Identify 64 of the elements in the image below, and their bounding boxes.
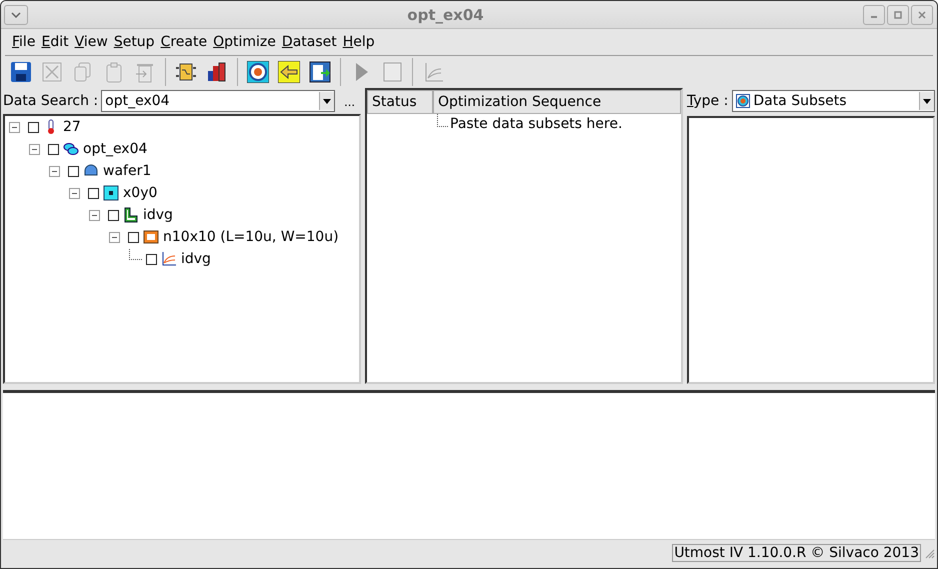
checkbox[interactable] [68, 166, 79, 176]
menu-item[interactable]: Help [340, 34, 378, 50]
browse-button[interactable]: ... [338, 94, 361, 108]
calculator-icon [309, 61, 331, 83]
chevron-down-icon [11, 12, 21, 18]
resize-grip-icon[interactable] [923, 547, 935, 559]
type-dropdown[interactable]: Data Subsets [732, 90, 935, 112]
column-header[interactable]: Optimization Sequence [433, 90, 681, 114]
menu-item[interactable]: Optimize [210, 34, 279, 50]
paste-hint: Paste data subsets here. [450, 116, 622, 132]
grid-icon [103, 185, 119, 201]
checkbox[interactable] [146, 254, 157, 264]
tree-item[interactable]: 27 [63, 119, 81, 135]
search-label: Data Search : [3, 93, 98, 109]
tree-item[interactable]: opt_ex04 [83, 141, 148, 157]
checkbox[interactable] [128, 232, 139, 242]
tree-item[interactable]: n10x10 (L=10u, W=10u) [163, 229, 339, 245]
menu-item[interactable]: Setup [110, 34, 158, 50]
menu-item[interactable]: View [72, 34, 111, 50]
dropdown-arrow-icon [323, 98, 332, 104]
menu-item[interactable]: Dataset [278, 34, 340, 50]
module-icon [175, 61, 197, 83]
maximize-button[interactable] [887, 4, 909, 24]
tree-item[interactable]: idvg [181, 251, 211, 267]
close-icon [918, 10, 926, 18]
scissors-icon [41, 61, 63, 83]
checkbox[interactable] [108, 210, 119, 220]
menu-item[interactable]: Create [158, 34, 210, 50]
column-header[interactable]: Status [367, 90, 433, 114]
device-icon [143, 229, 159, 245]
target-icon [247, 61, 269, 83]
collapse-toggle[interactable] [89, 210, 100, 220]
tree-item[interactable]: wafer1 [103, 163, 152, 179]
window-title: opt_ex04 [406, 6, 485, 24]
arrow-icon [278, 61, 300, 83]
dropdown-arrow-icon [923, 98, 931, 104]
l-shape-icon [123, 207, 139, 223]
capsule-icon [63, 141, 79, 157]
minimize-button[interactable] [863, 4, 885, 24]
trash-icon [134, 61, 156, 83]
window-menu-button[interactable] [4, 4, 28, 24]
maximize-icon [894, 10, 902, 18]
type-label: Type : [687, 93, 728, 109]
curve-chart-icon [161, 251, 177, 267]
stop-icon [381, 61, 403, 83]
menu-item[interactable]: Edit [38, 34, 72, 50]
version-text: Utmost IV 1.10.0.R © Silvaco 2013 [672, 544, 921, 562]
search-dropdown[interactable]: opt_ex04 [101, 90, 336, 112]
checkbox[interactable] [48, 144, 59, 154]
tree-item[interactable]: idvg [143, 207, 173, 223]
checkbox[interactable] [28, 122, 39, 132]
checkbox[interactable] [88, 188, 99, 198]
tree-item[interactable]: x0y0 [123, 185, 158, 201]
target-icon [736, 94, 750, 108]
collapse-toggle[interactable] [69, 188, 80, 198]
books-icon [206, 61, 228, 83]
menu-item[interactable]: File [9, 34, 38, 50]
collapse-toggle[interactable] [109, 232, 120, 242]
toolbar-button[interactable] [244, 58, 272, 86]
toolbar-button[interactable] [275, 58, 303, 86]
collapse-toggle[interactable] [29, 144, 40, 154]
collapse-toggle[interactable] [9, 122, 20, 132]
collapse-toggle[interactable] [49, 166, 60, 176]
close-button[interactable] [911, 4, 933, 24]
